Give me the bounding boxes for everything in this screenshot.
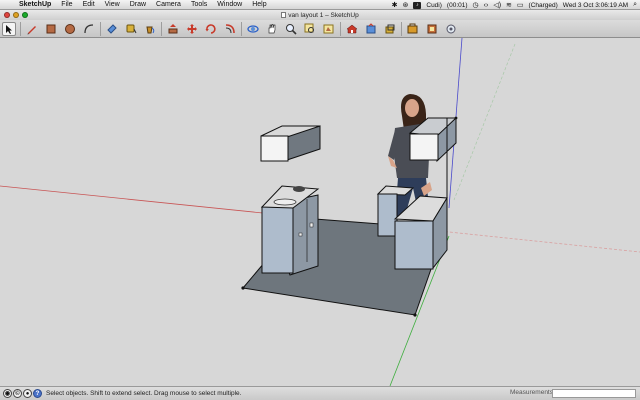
select-tool-button[interactable] xyxy=(2,21,16,36)
extension-icon xyxy=(407,23,418,33)
zoom-window-tool-button[interactable] xyxy=(303,22,317,36)
menu-help[interactable]: Help xyxy=(247,1,271,8)
box-vertex xyxy=(454,116,458,120)
arrow-icon xyxy=(6,24,12,34)
media-icon[interactable]: ♪ xyxy=(413,1,422,9)
credits-icon[interactable]: © xyxy=(13,389,22,398)
toolbar-separator xyxy=(241,21,242,36)
zoom-extents-icon xyxy=(323,24,334,33)
cudi-label[interactable]: Cudi) xyxy=(426,2,442,9)
window-title-label: van layout 1 – SketchUp xyxy=(288,11,359,19)
floor-vertex xyxy=(413,313,417,317)
pencil-tool-button[interactable] xyxy=(25,22,39,36)
measurements-field[interactable] xyxy=(552,389,636,398)
window-title: van layout 1 – SketchUp xyxy=(0,11,640,19)
pencil-icon xyxy=(27,25,36,34)
scene-canvas[interactable] xyxy=(0,38,640,386)
toolbar-separator xyxy=(20,21,21,36)
arc-tool-button[interactable] xyxy=(82,22,96,36)
battery-icon[interactable]: ▭ xyxy=(517,1,524,9)
extension-tool-button[interactable] xyxy=(406,22,420,36)
zoom-extents-tool-button[interactable] xyxy=(322,22,336,36)
eraser-tool-button[interactable] xyxy=(105,22,119,36)
layout-icon xyxy=(427,24,437,33)
floor-vertex xyxy=(241,286,245,290)
sync-icon[interactable]: ⊛ xyxy=(403,1,409,9)
menu-view[interactable]: View xyxy=(100,1,125,8)
tape-tool-button[interactable] xyxy=(124,22,138,36)
menu-edit[interactable]: Edit xyxy=(78,1,100,8)
tape-measure-icon xyxy=(126,24,137,33)
volume-icon[interactable]: ◁) xyxy=(493,1,501,9)
circle-icon xyxy=(65,23,75,34)
toolbar-separator xyxy=(401,21,402,36)
push-pull-icon xyxy=(168,23,178,33)
pan-tool-button[interactable] xyxy=(265,22,279,36)
timer-label[interactable]: (00:01) xyxy=(447,2,468,9)
document-icon xyxy=(281,11,287,18)
move-icon xyxy=(187,23,197,34)
pushpull-tool-button[interactable] xyxy=(166,22,180,36)
red-axis-negative xyxy=(429,229,640,253)
menu-draw[interactable]: Draw xyxy=(125,1,151,8)
gear-icon xyxy=(446,24,456,33)
component-tool-button[interactable] xyxy=(383,22,397,36)
kitchen-cabinet[interactable] xyxy=(260,185,320,276)
paint-bucket-icon xyxy=(146,26,155,33)
zoom-window-icon xyxy=(304,23,314,33)
user-icon[interactable]: ● xyxy=(23,389,32,398)
bluetooth-icon[interactable]: ✱ xyxy=(392,1,398,9)
red-axis xyxy=(0,185,293,217)
warehouse-icon xyxy=(346,24,358,33)
wifi-icon[interactable]: ≋ xyxy=(506,1,512,9)
zoom-icon xyxy=(286,23,297,35)
settings-tool-button[interactable] xyxy=(444,22,458,36)
rectangle-tool-button[interactable] xyxy=(44,22,58,36)
orbit-icon xyxy=(247,24,259,33)
menu-file[interactable]: File xyxy=(56,1,77,8)
share-model-icon xyxy=(366,22,376,33)
arc-icon xyxy=(84,23,94,33)
pan-hand-icon xyxy=(268,23,276,33)
time-machine-icon[interactable]: ◷ xyxy=(473,1,479,9)
help-icon[interactable]: ? xyxy=(33,389,42,398)
toolbar-separator xyxy=(161,21,162,36)
arrows-icon[interactable]: ‹› xyxy=(484,2,489,9)
battery-label[interactable]: (Charged) xyxy=(529,2,558,9)
rotate-tool-button[interactable] xyxy=(204,22,218,36)
status-hint-text: Select objects. Shift to extend select. … xyxy=(46,390,242,397)
move-tool-button[interactable] xyxy=(185,22,199,36)
toolbar xyxy=(0,20,640,38)
measurements-label: Measurements xyxy=(510,389,553,396)
circle-tool-button[interactable] xyxy=(63,22,77,36)
zoom-tool-button[interactable] xyxy=(284,22,298,36)
paint-tool-button[interactable] xyxy=(143,22,157,36)
menubar: SketchUp File Edit View Draw Camera Tool… xyxy=(0,0,640,10)
toolbar-separator xyxy=(100,21,101,36)
rectangle-icon xyxy=(46,24,56,33)
spotlight-icon[interactable]: ⌕ xyxy=(633,1,637,9)
menubar-status-area: ✱ ⊛ ♪ Cudi) (00:01) ◷ ‹› ◁) ≋ ▭ (Charged… xyxy=(392,0,637,10)
statusbar: ◉ © ● ? Select objects. Shift to extend … xyxy=(0,386,640,400)
rotate-icon xyxy=(205,23,216,34)
model-viewport[interactable] xyxy=(0,38,640,386)
offset-tool-button[interactable] xyxy=(223,22,237,36)
green-axis-negative xyxy=(453,43,516,201)
share-model-tool-button[interactable] xyxy=(364,22,378,36)
warehouse-tool-button[interactable] xyxy=(345,22,359,36)
orbit-tool-button[interactable] xyxy=(246,22,260,36)
menu-camera[interactable]: Camera xyxy=(151,1,186,8)
window-titlebar: van layout 1 – SketchUp xyxy=(0,10,640,20)
offset-icon xyxy=(225,23,235,33)
overhead-cabinet-left[interactable] xyxy=(260,125,321,162)
eraser-icon xyxy=(107,23,117,34)
component-icon xyxy=(385,24,395,33)
datetime-label[interactable]: Wed 3 Oct 3:06:19 AM xyxy=(563,2,628,9)
layout-tool-button[interactable] xyxy=(425,22,439,36)
menu-window[interactable]: Window xyxy=(212,1,247,8)
toolbar-separator xyxy=(340,21,341,36)
menu-tools[interactable]: Tools xyxy=(186,1,212,8)
menu-app-name[interactable]: SketchUp xyxy=(14,1,56,8)
geo-location-icon[interactable]: ◉ xyxy=(3,389,12,398)
